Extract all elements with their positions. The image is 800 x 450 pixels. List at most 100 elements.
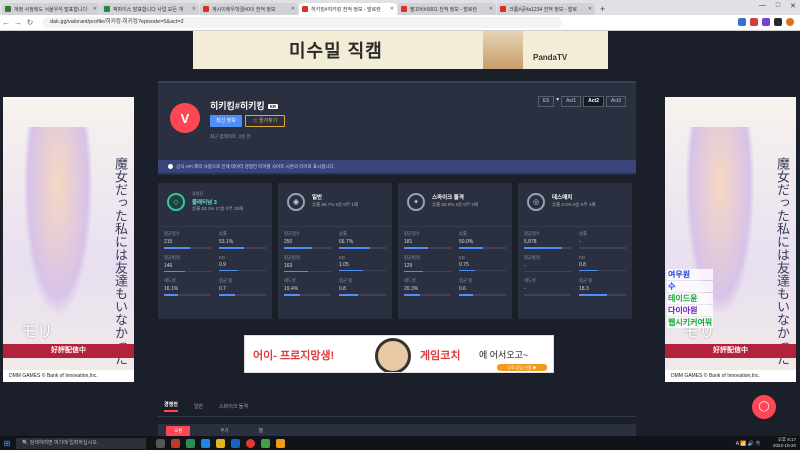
stat-bar: [339, 247, 386, 249]
stat-value: 250: [284, 239, 293, 245]
tab-close-icon[interactable]: ✕: [390, 6, 394, 12]
mode-card: ◇ 경쟁전 플래티넘 3 승률 53.1% 17승 0무 15패 평균점수 215 승률 53…: [158, 183, 272, 319]
sub-tab[interactable]: 요원: [166, 426, 191, 436]
mode-tab[interactable]: 경쟁전: [164, 401, 178, 412]
maximize-icon[interactable]: □: [776, 2, 780, 10]
windows-start-icon[interactable]: ⊞: [0, 436, 14, 450]
stat-value: 0.7: [219, 286, 226, 292]
sub-tab[interactable]: 무기: [220, 428, 228, 434]
task-view-icon[interactable]: [156, 438, 165, 448]
new-tab-button[interactable]: +: [600, 3, 605, 15]
sub-tabs: 요원 무기 맵: [158, 424, 636, 436]
tab-close-icon[interactable]: ✕: [291, 6, 295, 12]
stat-item: 평균점수 5,878: [524, 231, 571, 249]
season-option[interactable]: Act2: [583, 96, 604, 107]
sub-tab[interactable]: 맵: [259, 428, 263, 434]
stat-item: 헤드샷 16.1%: [164, 278, 211, 296]
app-icon[interactable]: [186, 438, 195, 448]
reload-icon[interactable]: ↻: [24, 18, 36, 27]
stat-bar: [339, 294, 386, 296]
chrome-icon[interactable]: [246, 438, 255, 448]
app-icon[interactable]: [261, 438, 270, 448]
tab-close-icon[interactable]: ✕: [588, 6, 592, 12]
stat-label: 헤드샷: [284, 278, 296, 283]
stat-bar: [284, 247, 331, 249]
stat-item: 평균킬뎃 129: [404, 255, 451, 272]
update-button[interactable]: 최신 정보: [210, 115, 242, 127]
stat-bar: [164, 294, 211, 296]
left-side-ad[interactable]: 魔女だった私には友達もいなかった モリ 好評配信中 DMM GAMES © Ba…: [3, 97, 134, 382]
mode-stat-cards: ◇ 경쟁전 플래티넘 3 승률 53.1% 17승 0무 15패 평균점수 215 승률 53…: [158, 183, 638, 319]
app-icon[interactable]: [276, 438, 285, 448]
back-icon[interactable]: ←: [0, 18, 12, 27]
stat-label: 평균킬뎃: [524, 254, 540, 260]
close-icon[interactable]: ✕: [790, 2, 796, 10]
extension-icon[interactable]: [738, 18, 746, 26]
favicon-icon: [5, 6, 11, 12]
stat-item: 평균점수 181: [404, 231, 451, 249]
app-icon[interactable]: [171, 438, 180, 448]
system-tray[interactable]: A 📶 🔊 가: [736, 440, 760, 447]
browser-tab[interactable]: 팔꼬비#0001 전적 정보 - 발로란 ✕: [398, 3, 496, 15]
app-icon[interactable]: [231, 438, 240, 448]
ad-cta-button[interactable]: 무료 상담 신청 ▶: [497, 364, 547, 371]
stat-bar: [579, 294, 626, 296]
tab-close-icon[interactable]: ✕: [489, 6, 493, 12]
stat-bar: [524, 294, 571, 296]
url-input[interactable]: dak.gg/valorant/profile/히키킹-히키킹?episode=…: [42, 17, 562, 28]
forward-icon[interactable]: →: [12, 18, 24, 27]
stat-label: 평균킬뎃: [284, 254, 300, 260]
stat-value: 18.3: [579, 286, 589, 292]
stat-grid: 평균점수 215 승률 53.1% 평균킬뎃 146 KD 0.9 헤드샷 16.1% 평균 킬 0.…: [158, 227, 272, 300]
stat-label: 헤드샷: [404, 278, 416, 283]
extension-icon[interactable]: [762, 18, 770, 26]
mode-tab[interactable]: 스파이크 돌격: [219, 403, 248, 410]
clock[interactable]: 오후 9:17 2022-10-20: [773, 437, 796, 449]
season-option[interactable]: Act3: [605, 96, 626, 107]
ad-image: [483, 31, 523, 69]
card-title: 일반: [312, 195, 323, 201]
rank-icon: ◇: [167, 193, 185, 211]
folder-icon[interactable]: [216, 438, 225, 448]
browser-tab[interactable]: 계정 사정에도 서울우석 발표합니다 ✕: [2, 3, 100, 15]
tab-title: 픽파이스 발표합니다 사업 모든 개: [113, 6, 183, 13]
browser-tab[interactable]: 픽파이스 발표합니다 사업 모든 개 ✕: [101, 3, 199, 15]
stat-bar-fill: [219, 294, 236, 296]
card-mode-label: 경쟁전: [192, 191, 204, 196]
overlay-text-lines: 여우원 수 테이드윤 다이아원 웹시키커여워: [667, 269, 714, 328]
deathmatch-icon: ◎: [527, 193, 545, 211]
browser-tab[interactable]: 계시이에우학결#0이 전적 정보 ✕: [200, 3, 298, 15]
spike-rush-icon: ✦: [407, 193, 425, 211]
extension-icon[interactable]: [750, 18, 758, 26]
tab-close-icon[interactable]: ✕: [192, 6, 196, 12]
stat-value: 5,878: [524, 239, 537, 245]
stat-label: 평균점수: [524, 231, 540, 236]
extension-icon[interactable]: [774, 18, 782, 26]
stat-value: 16.1%: [164, 286, 179, 292]
ad-left-text: 어이- 프로지망생!: [253, 350, 335, 362]
stat-value: 66.7%: [339, 239, 354, 245]
region-badge: KR: [267, 104, 279, 110]
tab-close-icon[interactable]: ✕: [93, 6, 97, 12]
top-ad-banner[interactable]: 미수밀 직캠 PandaTV: [193, 31, 608, 69]
edge-icon[interactable]: [201, 438, 210, 448]
episode-dropdown[interactable]: E5: [537, 96, 555, 107]
stat-bar-fill: [219, 247, 244, 249]
taskbar-search-input[interactable]: 🔍 검색하려면 여기에 입력하십시오.: [16, 437, 146, 449]
bottom-ad-banner[interactable]: 어이- 프로지망생! 게임코치 에 어서오고~ 무료 상담 신청 ▶: [244, 335, 554, 373]
chat-fab-icon[interactable]: ◯: [752, 395, 776, 419]
stat-label: 평균킬뎃: [164, 254, 180, 260]
season-option[interactable]: Act1: [561, 96, 582, 107]
minimize-icon[interactable]: —: [759, 2, 766, 10]
browser-tab[interactable]: 크롬#공#a1234 전적 정보 - 발로 ✕: [497, 3, 595, 15]
stat-label: 평균 킬: [459, 278, 473, 283]
stat-item: KD 1.05: [339, 255, 386, 273]
favorite-button[interactable]: ☆ 즐겨찾기: [245, 115, 285, 127]
profile-avatar[interactable]: [786, 18, 794, 26]
browser-tab[interactable]: 히키킹#히키킹 전적 정보 - 발로란 ✕: [299, 3, 397, 15]
tab-title: 계정 사정에도 서울우석 발표합니다: [14, 6, 88, 13]
mode-tab[interactable]: 일반: [194, 403, 203, 410]
right-side-ad[interactable]: 魔女だった私には友達もいなかった モリ 好評配信中 DMM GAMES © Ba…: [665, 97, 796, 382]
stat-bar: [164, 270, 211, 272]
stat-label: KD: [219, 254, 225, 260]
